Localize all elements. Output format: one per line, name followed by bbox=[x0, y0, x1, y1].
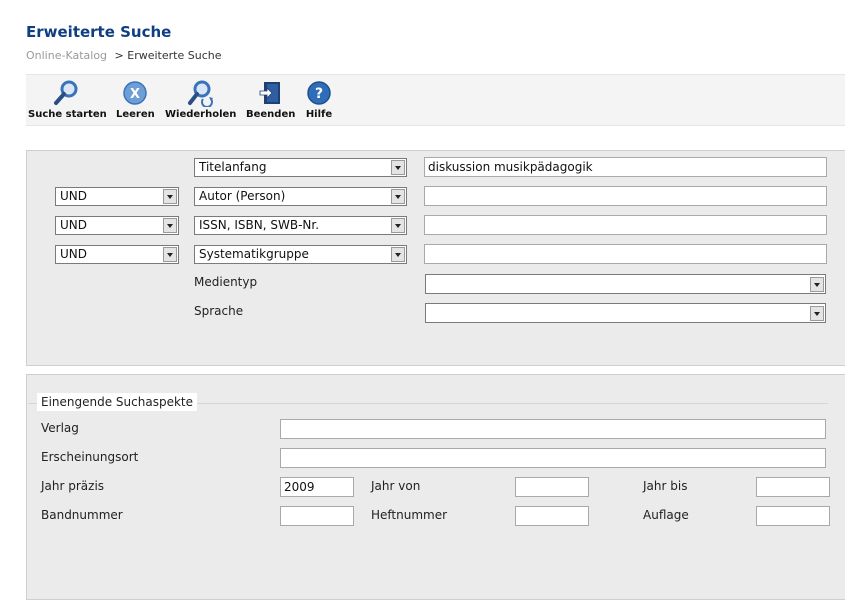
search-field-select-2[interactable]: Autor (Person) bbox=[194, 187, 407, 206]
chevron-down-icon bbox=[163, 189, 177, 204]
heftnummer-label: Heftnummer bbox=[371, 508, 448, 522]
clear-button[interactable]: X Leeren bbox=[116, 79, 155, 120]
breadcrumb-current: Erweiterte Suche bbox=[127, 49, 222, 62]
operator-select-4[interactable]: UND bbox=[55, 245, 179, 264]
jahr-bis-input[interactable] bbox=[756, 477, 830, 497]
chevron-down-icon bbox=[810, 306, 824, 321]
repeat-search-icon bbox=[187, 79, 215, 107]
bandnummer-input[interactable] bbox=[280, 506, 354, 526]
chevron-down-icon bbox=[391, 247, 405, 262]
help-label: Hilfe bbox=[305, 109, 333, 120]
exit-label: Beenden bbox=[246, 109, 296, 120]
exit-icon bbox=[257, 79, 285, 107]
erscheinungsort-label: Erscheinungsort bbox=[41, 450, 139, 464]
search-start-label: Suche starten bbox=[28, 109, 107, 120]
chevron-down-icon bbox=[391, 189, 405, 204]
search-field-value-1: Titelanfang bbox=[199, 160, 267, 174]
search-field-select-1[interactable]: Titelanfang bbox=[194, 158, 407, 177]
sprache-label: Sprache bbox=[194, 304, 244, 318]
search-term-input-4[interactable] bbox=[424, 244, 827, 264]
chevron-down-icon bbox=[391, 218, 405, 233]
svg-text:?: ? bbox=[315, 86, 323, 102]
operator-value-3: UND bbox=[60, 218, 87, 232]
heftnummer-input[interactable] bbox=[515, 506, 589, 526]
search-term-input-2[interactable] bbox=[424, 186, 827, 206]
breadcrumb: Online-Katalog > Erweiterte Suche bbox=[26, 49, 221, 62]
refine-legend: Einengende Suchaspekte bbox=[37, 393, 197, 411]
chevron-down-icon bbox=[163, 218, 177, 233]
search-field-select-3[interactable]: ISSN, ISBN, SWB-Nr. bbox=[194, 216, 407, 235]
clear-label: Leeren bbox=[116, 109, 155, 120]
help-button[interactable]: ? Hilfe bbox=[305, 79, 333, 120]
chevron-down-icon bbox=[810, 277, 824, 292]
jahr-praezis-label: Jahr präzis bbox=[41, 479, 105, 493]
auflage-label: Auflage bbox=[643, 508, 689, 522]
verlag-label: Verlag bbox=[41, 421, 79, 435]
search-icon bbox=[53, 79, 81, 107]
sprache-select[interactable] bbox=[425, 303, 826, 323]
auflage-input[interactable] bbox=[756, 506, 830, 526]
search-field-value-4: Systematikgruppe bbox=[199, 247, 309, 261]
jahr-praezis-input[interactable]: 2009 bbox=[280, 477, 354, 497]
verlag-input[interactable] bbox=[280, 419, 826, 439]
chevron-down-icon bbox=[391, 160, 405, 175]
repeat-label: Wiederholen bbox=[165, 109, 237, 120]
bandnummer-label: Bandnummer bbox=[41, 508, 123, 522]
operator-select-2[interactable]: UND bbox=[55, 187, 179, 206]
svg-text:X: X bbox=[130, 87, 140, 102]
operator-select-3[interactable]: UND bbox=[55, 216, 179, 235]
search-term-input-1[interactable]: diskussion musikpädagogik bbox=[424, 157, 827, 177]
repeat-button[interactable]: Wiederholen bbox=[165, 79, 236, 120]
page-title: Erweiterte Suche bbox=[26, 23, 172, 41]
search-field-value-3: ISSN, ISBN, SWB-Nr. bbox=[199, 218, 320, 232]
breadcrumb-separator: > bbox=[114, 49, 124, 62]
jahr-bis-label: Jahr bis bbox=[643, 479, 688, 493]
jahr-von-input[interactable] bbox=[515, 477, 589, 497]
clear-icon: X bbox=[121, 79, 149, 107]
breadcrumb-root-link[interactable]: Online-Katalog bbox=[26, 49, 107, 62]
erscheinungsort-input[interactable] bbox=[280, 448, 826, 468]
medientyp-select[interactable] bbox=[425, 274, 826, 294]
search-term-input-3[interactable] bbox=[424, 215, 827, 235]
exit-button[interactable]: Beenden bbox=[246, 79, 295, 120]
jahr-von-label: Jahr von bbox=[371, 479, 421, 493]
search-field-value-2: Autor (Person) bbox=[199, 189, 286, 203]
search-start-button[interactable]: Suche starten bbox=[28, 79, 107, 120]
toolbar: Suche starten X Leeren Wiederholen Beend… bbox=[26, 74, 845, 126]
medientyp-label: Medientyp bbox=[194, 275, 258, 289]
help-icon: ? bbox=[305, 79, 333, 107]
operator-value-2: UND bbox=[60, 189, 87, 203]
search-field-select-4[interactable]: Systematikgruppe bbox=[194, 245, 407, 264]
operator-value-4: UND bbox=[60, 247, 87, 261]
chevron-down-icon bbox=[163, 247, 177, 262]
